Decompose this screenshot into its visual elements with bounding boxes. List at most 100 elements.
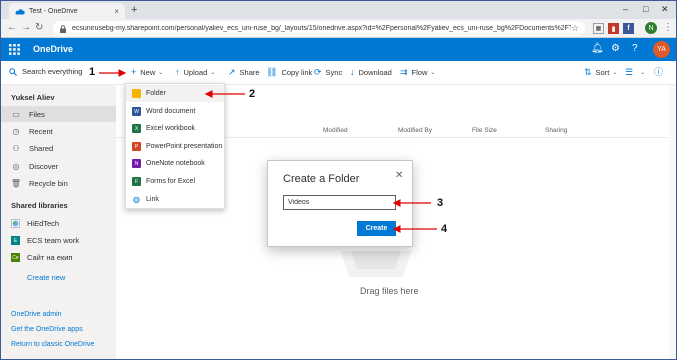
extension-icon[interactable]: ▦ — [593, 23, 604, 34]
user-avatar[interactable]: YA — [653, 41, 670, 58]
empty-folder-illustration — [341, 251, 411, 277]
column-sharing[interactable]: Sharing — [545, 127, 567, 134]
new-button[interactable]: + New ⌄ — [131, 68, 163, 78]
browser-menu-icon[interactable]: ⋮ — [663, 22, 673, 33]
sync-button[interactable]: ⟳ Sync — [314, 68, 343, 78]
nav-item-shared[interactable]: ⚇ Shared — [1, 140, 116, 156]
tab-title: Test - OneDrive — [29, 7, 78, 15]
forward-arrow-icon[interactable]: → — [21, 22, 31, 33]
chevron-down-icon: ⌄ — [210, 70, 216, 76]
menu-item-forms-for-excel[interactable]: F Forms for Excel — [126, 173, 224, 190]
menu-item-label: PowerPoint presentation — [146, 143, 223, 150]
sort-icon: ⇅ — [584, 67, 592, 77]
bookmark-star-icon[interactable]: ☆ — [571, 23, 579, 34]
onenote-icon: N — [132, 159, 141, 168]
browser-tab[interactable]: Test - OneDrive × — [9, 3, 125, 19]
nav-item-recycle-bin[interactable]: 🗑︎ Recycle bin — [1, 175, 116, 191]
close-icon[interactable]: ✕ — [395, 170, 403, 181]
nav-item-recent[interactable]: ◷ Recent — [1, 123, 116, 139]
onedrive-admin-link[interactable]: OneDrive admin — [11, 311, 62, 318]
close-window-button[interactable]: ✕ — [661, 4, 669, 15]
screenshot-frame: Test - OneDrive × + – □ ✕ ← → ↻ ecsuniru… — [0, 0, 677, 360]
recycle-bin-icon: 🗑︎ — [10, 178, 22, 188]
create-new-link[interactable]: Create new — [27, 273, 65, 282]
browser-profile-avatar[interactable]: N — [645, 22, 657, 34]
library-badge: Се — [11, 253, 20, 262]
help-icon[interactable]: ? — [632, 43, 638, 54]
search-icon — [9, 67, 17, 76]
browser-tab-strip: Test - OneDrive × + – □ ✕ — [1, 1, 676, 19]
back-arrow-icon[interactable]: ← — [7, 22, 17, 33]
share-label: Share — [239, 68, 260, 77]
column-modified-by[interactable]: Modified By — [398, 127, 432, 134]
library-item-hiedtech[interactable]: HiEdTech — [11, 219, 59, 228]
powerpoint-icon: P — [132, 142, 141, 151]
reload-icon[interactable]: ↻ — [35, 22, 43, 33]
flow-button[interactable]: ⇉ Flow ⌄ — [400, 68, 435, 78]
word-icon: W — [132, 107, 141, 116]
link-icon: ⛓ — [266, 67, 278, 77]
upload-button[interactable]: ↑ Upload ⌄ — [175, 68, 216, 78]
menu-item-powerpoint[interactable]: P PowerPoint presentation — [126, 138, 224, 155]
annotation-number-1: 1 — [89, 66, 96, 78]
address-bar[interactable]: ecsunirusebg-my.sharepoint.com/personal/… — [53, 21, 585, 36]
people-icon: ⚇ — [12, 143, 20, 153]
scrollbar[interactable] — [669, 85, 676, 359]
settings-gear-icon[interactable]: ⚙ — [611, 43, 620, 54]
menu-item-label: Folder — [146, 90, 166, 97]
new-tab-button[interactable]: + — [131, 4, 137, 16]
column-file-size[interactable]: File Size — [472, 127, 497, 134]
list-view-icon: ☰ — [625, 67, 634, 77]
compass-icon: ◎ — [12, 161, 20, 171]
sort-label: Sort — [595, 68, 610, 77]
new-dropdown-menu: Folder W Word document X Excel workbook … — [125, 83, 225, 209]
left-nav: Yuksel Aliev ▭ Files ◷ Recent ⚇ Shared ◎… — [1, 85, 116, 359]
download-button[interactable]: ↓ Download — [350, 68, 392, 78]
user-name: Yuksel Aliev — [11, 93, 55, 102]
menu-item-onenote[interactable]: N OneNote notebook — [126, 155, 224, 172]
tab-close-icon[interactable]: × — [114, 7, 119, 16]
folder-name-input[interactable] — [283, 195, 396, 210]
library-item-team-site[interactable]: Се Сайт на екип — [11, 253, 72, 262]
library-label: HiEdTech — [27, 219, 60, 228]
menu-item-word-document[interactable]: W Word document — [126, 103, 224, 120]
create-button[interactable]: Create — [357, 221, 396, 236]
new-label: New — [140, 68, 156, 77]
share-button[interactable]: ↗ Share — [228, 68, 260, 78]
annotation-number-4: 4 — [441, 223, 448, 235]
annotation-number-2: 2 — [249, 88, 256, 100]
menu-item-link[interactable]: ◍ Link — [126, 191, 224, 208]
menu-item-label: Excel workbook — [146, 125, 196, 132]
view-options-button[interactable]: ☰ ⌄ — [625, 68, 645, 77]
folder-icon — [132, 89, 141, 98]
facebook-extension-icon[interactable]: f — [623, 23, 634, 34]
column-modified[interactable]: Modified — [323, 127, 348, 134]
get-apps-link[interactable]: Get the OneDrive apps — [11, 326, 83, 333]
folder-icon: ▭ — [12, 109, 20, 119]
classic-onedrive-link[interactable]: Return to classic OneDrive — [11, 341, 94, 348]
lock-icon — [60, 24, 66, 33]
menu-item-excel-workbook[interactable]: X Excel workbook — [126, 120, 224, 137]
menu-item-label: Forms for Excel — [146, 178, 196, 185]
minimize-button[interactable]: – — [623, 4, 628, 14]
globe-icon — [11, 219, 20, 228]
menu-item-folder[interactable]: Folder — [126, 85, 224, 102]
app-launcher-icon[interactable] — [9, 44, 20, 55]
info-button[interactable]: ⓘ — [654, 68, 667, 77]
copy-link-button[interactable]: ⛓ Copy link — [266, 67, 312, 78]
menu-item-label: Word document — [146, 108, 196, 115]
sync-label: Sync — [325, 68, 343, 77]
app-title[interactable]: OneDrive — [33, 44, 73, 54]
nav-item-discover[interactable]: ◎ Discover — [1, 158, 116, 174]
extension-icon[interactable]: ▮ — [608, 23, 619, 34]
maximize-button[interactable]: □ — [643, 4, 648, 14]
nav-item-files[interactable]: ▭ Files — [1, 106, 116, 122]
sort-button[interactable]: ⇅ Sort ⌄ — [584, 67, 617, 78]
nav-label: Files — [29, 109, 45, 119]
upload-label: Upload — [183, 68, 208, 77]
nav-label: Shared — [29, 143, 54, 153]
search-box[interactable]: Search everything — [9, 67, 82, 76]
library-item-ecs-team-work[interactable]: E ECS team work — [11, 236, 79, 245]
notifications-bell-icon[interactable]: 🔔︎ — [591, 43, 604, 54]
annotation-number-3: 3 — [437, 197, 444, 209]
